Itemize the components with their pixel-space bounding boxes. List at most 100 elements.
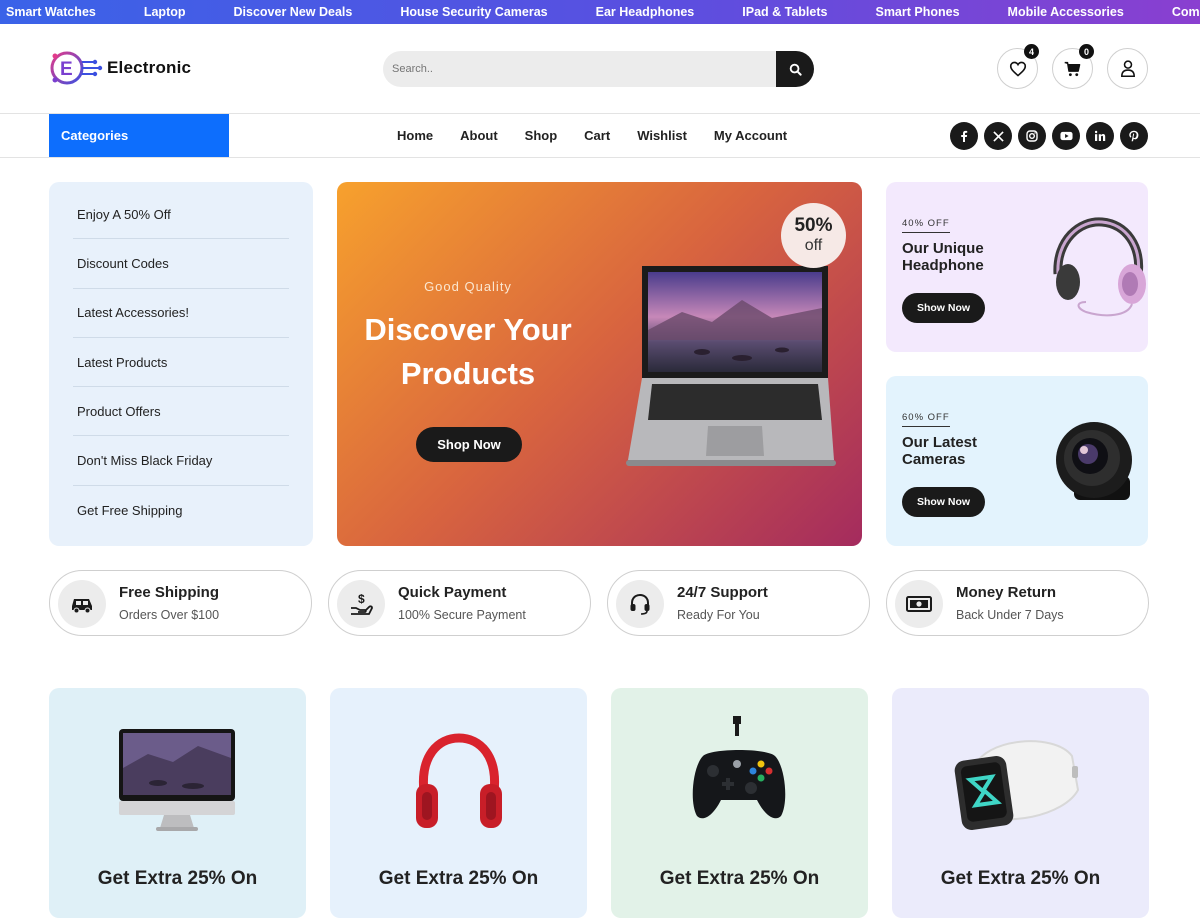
youtube-icon[interactable] — [1052, 122, 1080, 150]
main-menu: Home About Shop Cart Wishlist My Account — [397, 114, 787, 157]
discount-badge-value: 50% — [794, 214, 833, 236]
promo-title: Our Latest Cameras — [902, 434, 978, 468]
nav-my-account[interactable]: My Account — [714, 128, 787, 143]
sidebar-item[interactable]: Get Free Shipping — [73, 486, 289, 535]
promo-off-label: 60% OFF — [902, 412, 950, 427]
promo-card-headphone: 40% OFF Our Unique Headphone Show Now — [886, 182, 1148, 352]
hero-title: Discover Your Products — [337, 308, 599, 396]
feature-subtitle: 100% Secure Payment — [398, 608, 526, 622]
cash-icon — [895, 580, 943, 628]
feature-title: Money Return — [956, 584, 1057, 601]
main-navbar: Categories Home About Shop Cart Wishlist… — [0, 114, 1200, 158]
logo[interactable]: E Electronic — [49, 48, 191, 88]
feature-subtitle: Orders Over $100 — [119, 608, 220, 622]
ticker-item[interactable]: Laptop — [138, 5, 210, 19]
ticker-item[interactable]: House Security Cameras — [394, 5, 571, 19]
product-card-title: Get Extra 25% On — [659, 868, 820, 889]
sidebar-item[interactable]: Latest Products — [73, 338, 289, 388]
wishlist-count-badge: 4 — [1024, 44, 1039, 59]
cart-icon — [1064, 61, 1081, 76]
feature-quick-payment: $ Quick Payment 100% Secure Payment — [328, 570, 591, 636]
feature-free-shipping: Free Shipping Orders Over $100 — [49, 570, 312, 636]
headphones-icon — [416, 733, 502, 828]
heart-icon — [1009, 61, 1026, 77]
feature-support: 24/7 Support Ready For You — [607, 570, 870, 636]
facebook-icon[interactable] — [950, 122, 978, 150]
hero-title-line: Products — [400, 356, 536, 391]
discount-badge: 50% off — [781, 203, 846, 268]
imac-icon — [119, 729, 235, 831]
linkedin-icon[interactable] — [1086, 122, 1114, 150]
svg-text:$: $ — [358, 592, 365, 606]
ticker-item[interactable]: Computer — [1166, 5, 1200, 19]
sidebar-item[interactable]: Don't Miss Black Friday — [73, 436, 289, 486]
gamepad-icon — [692, 716, 786, 819]
ticker-item[interactable]: Mobile Accessories — [1002, 5, 1148, 19]
feature-money-return: Money Return Back Under 7 Days — [886, 570, 1149, 636]
feature-title: 24/7 Support — [677, 584, 768, 601]
nav-wishlist[interactable]: Wishlist — [637, 128, 687, 143]
nav-about[interactable]: About — [460, 128, 498, 143]
top-ticker: Smart Watches Laptop Discover New Deals … — [0, 0, 1200, 24]
search-bar — [383, 51, 814, 87]
product-card-title: Get Extra 25% On — [97, 868, 258, 889]
feature-subtitle: Ready For You — [677, 608, 760, 622]
ticker-item[interactable]: IPad & Tablets — [736, 5, 851, 19]
money-hand-icon: $ — [337, 580, 385, 628]
product-card[interactable]: Get Extra 25% On — [611, 688, 868, 918]
hero-title-line: Discover Your — [364, 312, 572, 347]
sidebar-item[interactable]: Latest Accessories! — [73, 289, 289, 338]
search-icon — [789, 63, 802, 76]
sidebar-item[interactable]: Enjoy A 50% Off — [73, 190, 289, 240]
ticker-item[interactable]: Smart Watches — [0, 5, 120, 19]
logo-icon: E — [50, 51, 103, 85]
categories-button[interactable]: Categories — [49, 114, 229, 157]
feature-title: Free Shipping — [119, 584, 220, 601]
laptop-image — [626, 266, 836, 466]
hero-kicker: Good Quality — [424, 279, 512, 294]
car-icon — [58, 580, 106, 628]
user-icon — [1120, 60, 1135, 77]
promo-card-cameras: 60% OFF Our Latest Cameras Show Now — [886, 376, 1148, 546]
sidebar-item[interactable]: Product Offers — [73, 387, 289, 437]
promo-show-now-button[interactable]: Show Now — [902, 487, 985, 517]
headphone-image — [1053, 217, 1146, 317]
promo-title: Our Unique Headphone — [902, 240, 984, 274]
nav-shop[interactable]: Shop — [525, 128, 558, 143]
ticker-item[interactable]: Smart Phones — [869, 5, 983, 19]
ticker-item[interactable]: Discover New Deals — [228, 5, 377, 19]
feature-subtitle: Back Under 7 Days — [956, 608, 1064, 622]
camera-lens-image — [1056, 422, 1132, 500]
x-icon[interactable] — [984, 122, 1012, 150]
product-card[interactable]: Get Extra 25% On — [49, 688, 306, 918]
site-header: E Electronic 4 0 — [0, 24, 1200, 114]
category-sidebar: Enjoy A 50% Off Discount Codes Latest Ac… — [49, 182, 313, 546]
cart-count-badge: 0 — [1079, 44, 1094, 59]
pinterest-icon[interactable] — [1120, 122, 1148, 150]
search-button[interactable] — [776, 51, 814, 87]
headset-icon — [616, 580, 664, 628]
logo-text: Electronic — [107, 58, 192, 77]
product-card-title: Get Extra 25% On — [378, 868, 539, 889]
nav-cart[interactable]: Cart — [584, 128, 610, 143]
promo-off-label: 40% OFF — [902, 218, 950, 233]
cart-button[interactable]: 0 — [1052, 44, 1094, 89]
product-card-title: Get Extra 25% On — [940, 868, 1101, 889]
ticker-item[interactable]: Ear Headphones — [590, 5, 719, 19]
product-card[interactable]: Get Extra 25% On — [330, 688, 587, 918]
sidebar-item[interactable]: Discount Codes — [73, 239, 289, 289]
account-button[interactable] — [1107, 48, 1148, 89]
hero-banner: Good Quality Discover Your Products Shop… — [337, 182, 862, 546]
instagram-icon[interactable] — [1018, 122, 1046, 150]
discount-badge-label: off — [804, 236, 823, 254]
svg-text:E: E — [60, 59, 73, 80]
nav-home[interactable]: Home — [397, 128, 433, 143]
feature-title: Quick Payment — [398, 584, 507, 601]
product-card[interactable]: Get Extra 25% On — [892, 688, 1149, 918]
hero-shop-now-button[interactable]: Shop Now — [416, 427, 522, 462]
social-links — [950, 122, 1148, 150]
smartwatch-icon — [954, 740, 1080, 830]
wishlist-button[interactable]: 4 — [997, 44, 1039, 89]
promo-show-now-button[interactable]: Show Now — [902, 293, 985, 323]
search-input[interactable] — [383, 51, 776, 87]
